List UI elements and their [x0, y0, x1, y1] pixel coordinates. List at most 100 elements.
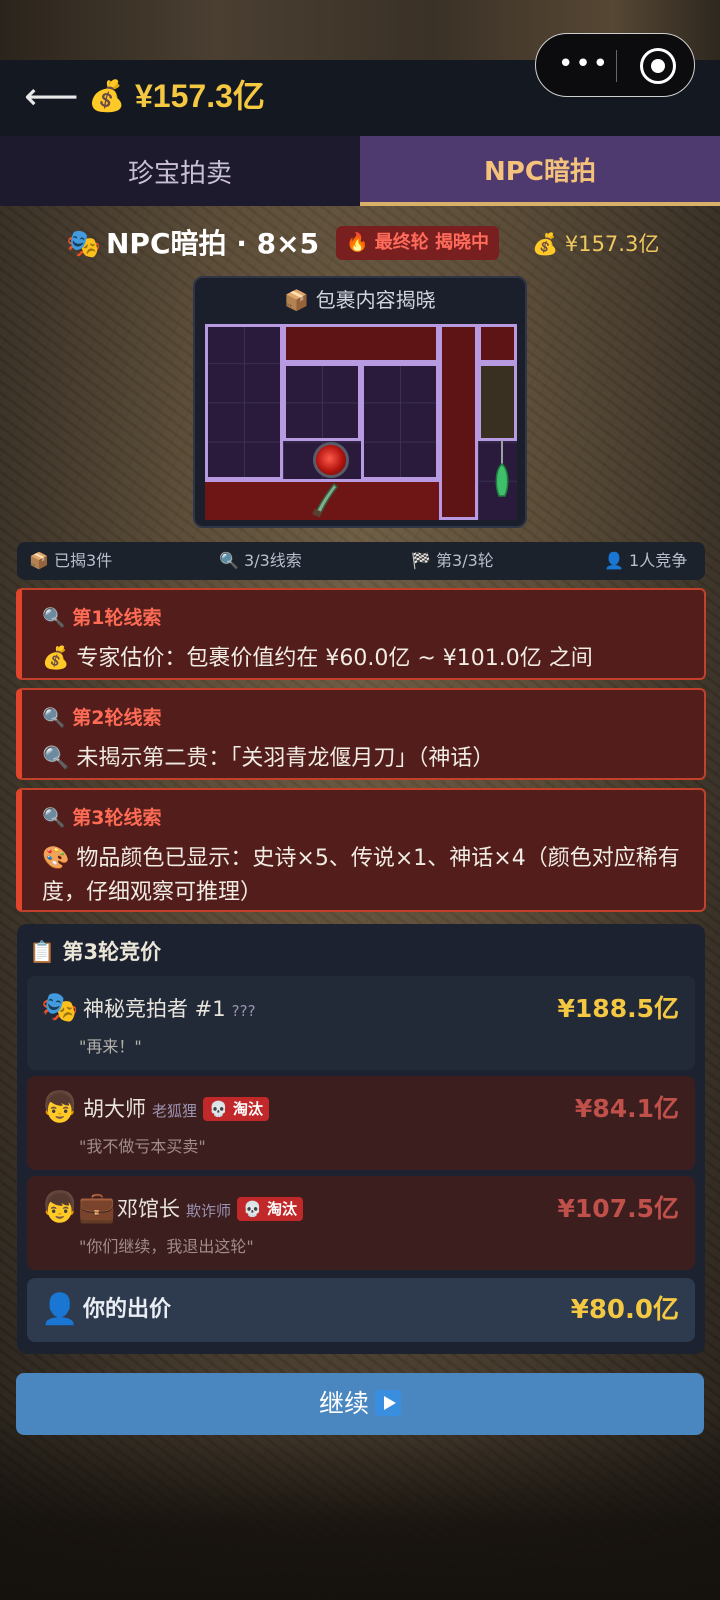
bidder-quote: "我不做亏本买卖" — [79, 1137, 206, 1156]
money-bag-icon: 💰 — [88, 79, 126, 114]
clue-title: 🔍 第3轮线索 — [42, 804, 162, 832]
package-title-text: 包裹内容揭晓 — [315, 288, 436, 312]
boy-face-icon: 👦 — [41, 1090, 79, 1125]
continue-button[interactable]: 继续 — [16, 1373, 704, 1435]
clue-title-text: 第1轮线索 — [72, 607, 162, 629]
clue-card: 🔍 第2轮线索 🔍 未揭示第二贵：「关羽青龙偃月刀」（神话） — [16, 688, 706, 780]
money-bag-icon: 💰 — [42, 646, 70, 671]
clue-card: 🔍 第3轮线索 🎨 物品颜色已显示：史诗×5、传说×1、神话×4（颜色对应稀有度… — [16, 788, 706, 912]
stat-revealed: 📦 已揭3件 — [29, 542, 112, 580]
bidder-name: 神秘竞拍者 #1 — [83, 997, 226, 1021]
clue-body: 🎨 物品颜色已显示：史诗×5、传说×1、神话×4（颜色对应稀有度，仔细观察可推理… — [42, 842, 684, 910]
jade-pendant-icon[interactable] — [491, 440, 513, 500]
stat-clues: 🔍 3/3线索 — [219, 542, 302, 580]
person-icon: 👤 — [41, 1292, 79, 1327]
item-outline[interactable] — [439, 324, 478, 520]
clue-card: 🔍 第1轮线索 💰 专家估价：包裹价值约在 ¥60.0亿 ~ ¥101.0亿 之… — [16, 588, 706, 680]
stat-round-text: 第3/3轮 — [436, 551, 494, 570]
blade-icon[interactable] — [310, 482, 340, 518]
bidder-quote: "再来！" — [79, 1037, 142, 1056]
stat-clues-text: 3/3线索 — [244, 551, 302, 570]
package-grid — [205, 324, 517, 520]
package-reveal-panel: 📦 包裹内容揭晓 — [193, 276, 527, 528]
your-bid-label: 你的出价 — [83, 1297, 172, 1322]
item-outline[interactable] — [283, 324, 439, 363]
header-balance: ¥157.3亿 — [135, 78, 265, 114]
package-title: 📦 包裹内容揭晓 — [195, 286, 525, 314]
bidder-amount: ¥188.5亿 — [557, 994, 679, 1023]
palette-icon: 🎨 — [42, 846, 70, 871]
bidding-panel: 📋 第3轮竞价 🎭 神秘竞拍者 #1??? ¥188.5亿 "再来！" 👦 胡大… — [17, 924, 705, 1354]
theater-masks-icon: 🎭 — [66, 227, 101, 260]
ruby-gem-icon[interactable] — [313, 442, 349, 478]
person-icon: 👤 — [604, 551, 624, 570]
clipboard-icon: 📋 — [29, 940, 56, 964]
clue-title: 🔍 第1轮线索 — [42, 604, 162, 632]
skull-icon: 💀 — [243, 1200, 262, 1218]
stat-competitors: 👤 1人竞争 — [604, 542, 687, 580]
magnifier-icon: 🔍 — [42, 607, 66, 629]
money-bag-icon: 💰 — [532, 232, 559, 256]
clue-title: 🔍 第2轮线索 — [42, 704, 162, 732]
bidder-amount: ¥84.1亿 — [574, 1094, 679, 1123]
bidder-quote: "你们继续，我退出这轮" — [79, 1237, 254, 1256]
package-icon: 📦 — [29, 551, 49, 570]
theater-masks-icon: 🎭 — [41, 990, 79, 1025]
bidding-title: 📋 第3轮竞价 — [29, 936, 161, 968]
clue-title-text: 第3轮线索 — [72, 807, 162, 829]
capsule-divider — [616, 50, 617, 82]
bidder-name: 胡大师 — [83, 1097, 146, 1121]
tab-bar: 珍宝拍卖 NPC暗拍 — [0, 136, 720, 206]
bidder-row: 🎭 神秘竞拍者 #1??? ¥188.5亿 "再来！" — [27, 976, 695, 1070]
eliminated-badge-label: 淘汰 — [232, 1100, 263, 1118]
magnifier-icon: 🔍 — [219, 551, 239, 570]
bidder-amount: ¥107.5亿 — [557, 1194, 679, 1223]
auction-title-row: 🎭 NPC暗拍 · 8×5 🔥 最终轮 揭晓中 💰 ¥157.3亿 — [0, 222, 720, 266]
item-outline[interactable] — [478, 324, 517, 363]
package-icon: 📦 — [284, 288, 310, 312]
bidder-tag: 老狐狸 — [152, 1102, 198, 1120]
your-bid-amount: ¥80.0亿 — [570, 1295, 679, 1325]
bottom-shadow — [0, 1410, 720, 1600]
item-outline[interactable] — [283, 363, 361, 441]
fire-icon: 🔥 — [346, 232, 369, 253]
tab-npc-blind-auction[interactable]: NPC暗拍 — [360, 136, 720, 206]
final-round-label: 最终轮 揭晓中 — [374, 232, 489, 253]
clue-body-text: 未揭示第二贵：「关羽青龙偃月刀」（神话） — [76, 746, 495, 771]
skull-icon: 💀 — [209, 1100, 228, 1118]
back-arrow-icon[interactable]: ⟵ — [24, 77, 78, 115]
target-icon[interactable] — [640, 48, 676, 84]
stat-revealed-text: 已揭3件 — [54, 551, 113, 570]
title-balance: 💰 ¥157.3亿 — [532, 228, 659, 260]
more-icon[interactable]: ••• — [554, 46, 614, 86]
bidder-row: 👦💼 邓馆长 欺诈师 💀 淘汰 ¥107.5亿 "你们继续，我退出这轮" — [27, 1176, 695, 1270]
continue-label: 继续 — [318, 1389, 369, 1418]
bidder-row: 👦 胡大师 老狐狸 💀 淘汰 ¥84.1亿 "我不做亏本买卖" — [27, 1076, 695, 1170]
bidding-title-text: 第3轮竞价 — [62, 940, 162, 964]
eliminated-badge-label: 淘汰 — [266, 1200, 297, 1218]
businessman-icon: 👦💼 — [41, 1190, 116, 1225]
bidder-name: 邓馆长 — [117, 1197, 180, 1221]
item-outline[interactable] — [478, 363, 517, 441]
eliminated-badge: 💀 淘汰 — [203, 1097, 269, 1121]
miniprogram-capsule: ••• — [535, 33, 695, 97]
bidder-name-line: 邓馆长 欺诈师 💀 淘汰 — [117, 1192, 303, 1228]
title-balance-value: ¥157.3亿 — [564, 232, 660, 256]
magnifier-icon: 🔍 — [42, 707, 66, 729]
magnifier-icon: 🔍 — [42, 746, 70, 771]
bidder-tag: 欺诈师 — [186, 1202, 232, 1220]
eliminated-badge: 💀 淘汰 — [237, 1197, 303, 1221]
bidder-name-line: 神秘竞拍者 #1??? — [83, 992, 256, 1028]
clue-body-text: 物品颜色已显示：史诗×5、传说×1、神话×4（颜色对应稀有度，仔细观察可推理） — [42, 846, 680, 905]
your-bid-row: 👤 你的出价 ¥80.0亿 — [27, 1278, 695, 1342]
stat-competitors-text: 1人竞争 — [629, 551, 688, 570]
final-round-badge: 🔥 最终轮 揭晓中 — [336, 226, 499, 260]
tab-treasure-auction[interactable]: 珍宝拍卖 — [0, 136, 360, 206]
auction-title: NPC暗拍 · 8×5 — [106, 227, 320, 260]
checkered-flag-icon: 🏁 — [411, 551, 431, 570]
clue-body: 💰 专家估价：包裹价值约在 ¥60.0亿 ~ ¥101.0亿 之间 — [42, 642, 684, 676]
magnifier-icon: 🔍 — [42, 807, 66, 829]
bidder-name-line: 胡大师 老狐狸 💀 淘汰 — [83, 1092, 269, 1128]
clue-title-text: 第2轮线索 — [72, 707, 162, 729]
clue-body: 🔍 未揭示第二贵：「关羽青龙偃月刀」（神话） — [42, 742, 684, 776]
